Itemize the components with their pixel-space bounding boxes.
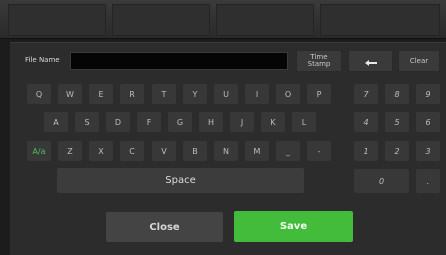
key-g[interactable]: G xyxy=(168,112,192,132)
numpad-key-2[interactable]: 2 xyxy=(385,141,409,161)
key-o[interactable]: O xyxy=(276,84,300,104)
time-stamp-button[interactable]: Time Stamp xyxy=(296,50,342,72)
top-bar-segment xyxy=(112,4,210,36)
space-key[interactable]: Space xyxy=(57,168,304,193)
top-bar-segment xyxy=(320,4,440,36)
key-u[interactable]: U xyxy=(214,84,238,104)
key-f[interactable]: F xyxy=(137,112,161,132)
numpad-key-1[interactable]: 1 xyxy=(354,141,378,161)
key-r[interactable]: R xyxy=(120,84,144,104)
key-z[interactable]: Z xyxy=(58,141,82,161)
key-a[interactable]: A xyxy=(44,112,68,132)
key-j[interactable]: J xyxy=(230,112,254,132)
case-toggle-key[interactable]: A/a xyxy=(27,141,51,161)
save-button[interactable]: Save xyxy=(234,211,353,242)
file-name-input[interactable] xyxy=(70,52,288,70)
top-bar xyxy=(0,0,446,39)
numpad-key-3[interactable]: 3 xyxy=(416,141,440,161)
top-bar-segment xyxy=(8,4,106,36)
numpad-key-0[interactable]: 0 xyxy=(354,169,409,193)
numpad-key-9[interactable]: 9 xyxy=(416,84,440,104)
key-p[interactable]: P xyxy=(307,84,331,104)
key-n[interactable]: N xyxy=(214,141,238,161)
key-w[interactable]: W xyxy=(58,84,82,104)
numpad-key-7[interactable]: 7 xyxy=(354,84,378,104)
key-s[interactable]: S xyxy=(75,112,99,132)
key-x[interactable]: X xyxy=(89,141,113,161)
key-underscore[interactable]: _ xyxy=(276,141,300,161)
key-b[interactable]: B xyxy=(183,141,207,161)
key-hyphen[interactable]: - xyxy=(307,141,331,161)
key-c[interactable]: C xyxy=(120,141,144,161)
key-k[interactable]: K xyxy=(261,112,285,132)
key-t[interactable]: T xyxy=(152,84,176,104)
backspace-button[interactable] xyxy=(348,50,393,72)
close-button[interactable]: Close xyxy=(106,212,223,242)
key-v[interactable]: V xyxy=(152,141,176,161)
top-bar-segment xyxy=(216,4,314,36)
numpad-key-dot[interactable]: . xyxy=(416,169,440,193)
numpad-key-6[interactable]: 6 xyxy=(416,112,440,132)
arrow-left-icon xyxy=(364,52,378,71)
key-y[interactable]: Y xyxy=(183,84,207,104)
key-e[interactable]: E xyxy=(89,84,113,104)
key-i[interactable]: I xyxy=(245,84,269,104)
key-q[interactable]: Q xyxy=(27,84,51,104)
key-l[interactable]: L xyxy=(292,112,316,132)
numpad-key-5[interactable]: 5 xyxy=(385,112,409,132)
key-m[interactable]: M xyxy=(245,141,269,161)
time-stamp-label: Time Stamp xyxy=(307,53,331,68)
file-name-label: File Name xyxy=(25,56,60,64)
key-d[interactable]: D xyxy=(106,112,130,132)
numpad-key-4[interactable]: 4 xyxy=(354,112,378,132)
key-h[interactable]: H xyxy=(199,112,223,132)
clear-button[interactable]: Clear xyxy=(398,50,440,72)
numpad-key-8[interactable]: 8 xyxy=(385,84,409,104)
clear-label: Clear xyxy=(409,57,429,65)
